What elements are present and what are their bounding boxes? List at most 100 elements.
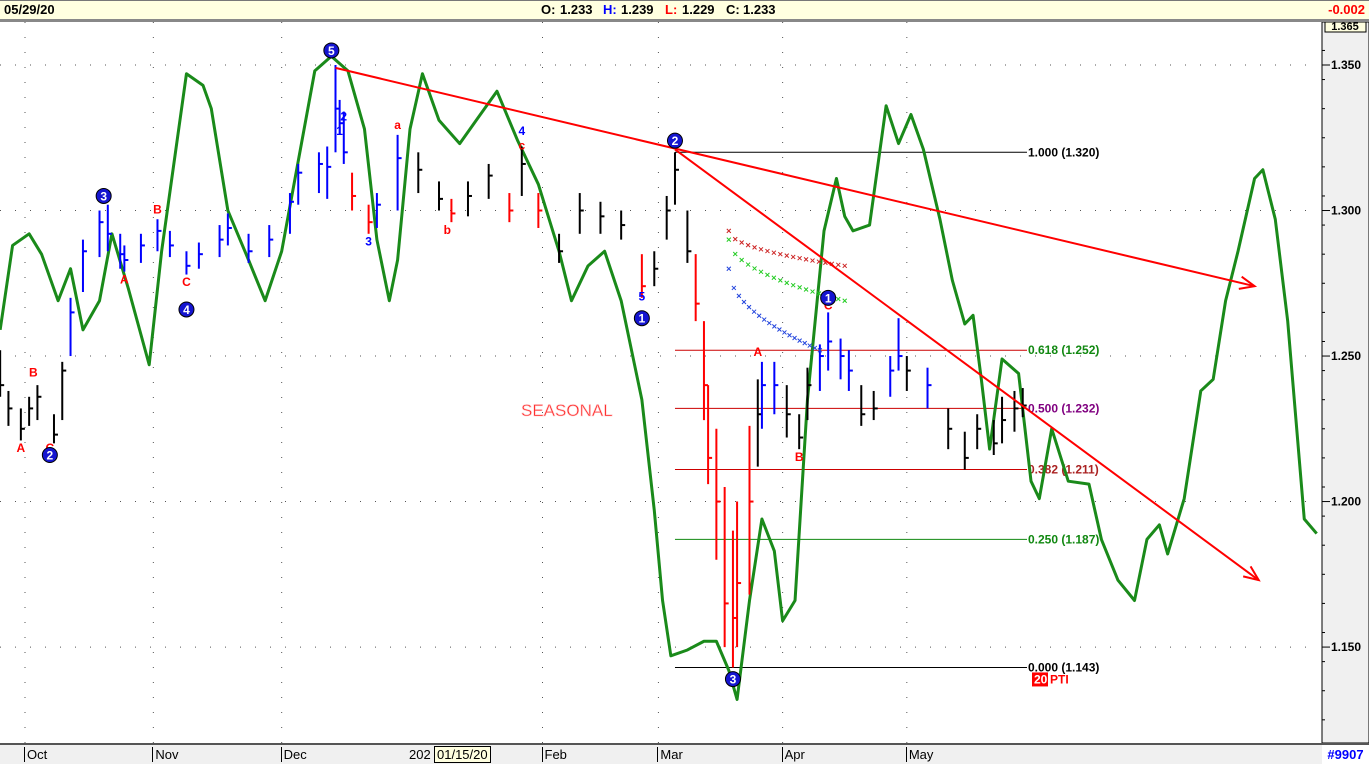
wave-label: b xyxy=(444,223,451,237)
projection-marker xyxy=(777,251,783,257)
year-label: 202 xyxy=(409,747,431,762)
projection-marker xyxy=(765,272,770,278)
seasonal-line xyxy=(0,54,1318,701)
wave-label: C xyxy=(182,275,191,289)
y-tick-label: 1.350 xyxy=(1331,58,1361,72)
y-tick-label: 1.200 xyxy=(1331,495,1361,509)
projection-marker xyxy=(777,278,783,283)
projection-marker xyxy=(745,242,751,248)
projection-marker xyxy=(797,285,802,290)
price-bar xyxy=(123,245,129,272)
projection-marker xyxy=(784,280,790,286)
projection-marker xyxy=(752,245,757,250)
price-bar xyxy=(665,195,671,240)
projection-marker xyxy=(797,338,802,343)
projection-marker xyxy=(803,257,809,262)
price-bar xyxy=(168,230,174,258)
projection-marker xyxy=(782,330,787,335)
price-bar xyxy=(947,408,953,450)
wave-label: c xyxy=(518,138,525,152)
x-tick-label: Apr xyxy=(781,747,805,762)
price-bar xyxy=(508,193,514,223)
projection-marker xyxy=(746,304,752,310)
price-bar xyxy=(686,210,692,263)
fib-level-label: 1.000 (1.320) xyxy=(1028,145,1099,159)
price-bar xyxy=(897,318,903,371)
projection-marker xyxy=(736,293,742,299)
price-bar xyxy=(450,198,456,223)
price-bar xyxy=(69,297,75,357)
projection-marker xyxy=(752,266,757,271)
price-bar xyxy=(578,193,584,234)
wave-label: 4 xyxy=(518,124,525,138)
price-bar xyxy=(872,390,878,421)
projection-marker xyxy=(802,340,808,346)
price-bar xyxy=(847,350,853,391)
price-bar xyxy=(61,361,67,421)
projection-marker xyxy=(731,285,737,291)
price-bar xyxy=(992,420,998,455)
x-tick-label: May xyxy=(905,747,933,762)
header-date: 05/29/20 xyxy=(4,2,55,17)
projection-curve xyxy=(726,266,823,353)
pti-value: 20 xyxy=(1034,672,1048,686)
price-bar xyxy=(963,431,969,470)
price-chart[interactable]: 1.365 1.150 1.200 1.250 1.300 1.350 1.000 (1.3… xyxy=(0,22,1369,743)
price-bar xyxy=(905,356,911,391)
open-value: 1.233 xyxy=(560,2,593,17)
projection-marker xyxy=(771,323,777,329)
projection-marker xyxy=(835,262,841,268)
x-tick-label: Oct xyxy=(24,747,47,762)
price-bar xyxy=(0,350,5,397)
price-bar xyxy=(1013,390,1019,432)
price-bar xyxy=(247,233,253,263)
price-bar xyxy=(185,251,191,275)
high-value: 1.239 xyxy=(621,2,654,17)
y-axis-top-label: 1.365 xyxy=(1331,22,1359,33)
cursor-date: 01/15/20 xyxy=(434,746,491,763)
price-bar xyxy=(889,356,895,397)
price-bar xyxy=(297,163,303,205)
projection-marker xyxy=(784,253,790,258)
y-tick-label: 1.300 xyxy=(1331,204,1361,218)
projection-marker xyxy=(810,258,815,263)
projection-marker xyxy=(787,332,792,338)
projection-marker xyxy=(732,236,738,242)
price-bar xyxy=(599,201,605,234)
price-bar xyxy=(487,163,493,199)
price-bar xyxy=(785,385,791,438)
price-bar xyxy=(976,414,982,450)
wave-circle-label: 2 xyxy=(46,448,53,462)
projection-marker xyxy=(758,269,764,275)
price-bar xyxy=(694,254,700,322)
projection-marker xyxy=(765,248,770,254)
wave-label: 3 xyxy=(365,234,372,248)
date-axis: Oct Nov Dec Feb Mar Apr May 202 01/15/20 #9907 xyxy=(0,743,1369,764)
projection-marker xyxy=(790,282,796,288)
projection-marker xyxy=(842,263,848,269)
wave-circle-label: 4 xyxy=(183,303,190,317)
projection-marker xyxy=(771,275,777,281)
x-tick-label: Dec xyxy=(280,747,307,762)
price-bar xyxy=(760,361,766,429)
y-tick-label: 1.250 xyxy=(1331,349,1361,363)
price-bar xyxy=(773,361,779,415)
close-label: C: xyxy=(726,2,740,17)
price-bar xyxy=(351,172,357,211)
y-axis-panel xyxy=(1321,22,1369,743)
price-bar xyxy=(620,210,626,240)
price-bar xyxy=(417,152,423,194)
projection-marker xyxy=(756,313,762,319)
projection-marker xyxy=(777,327,782,332)
wave-label: 5 xyxy=(639,290,646,304)
wave-label: A xyxy=(120,272,129,286)
low-label: L: xyxy=(665,2,678,17)
price-bar xyxy=(36,385,42,421)
projection-marker xyxy=(732,251,738,257)
price-bar xyxy=(139,233,145,263)
projection-marker xyxy=(739,257,745,263)
wave-circle-label: 1 xyxy=(639,312,646,326)
projection-marker xyxy=(792,335,797,341)
price-bar xyxy=(52,414,58,444)
projection-marker xyxy=(726,237,732,242)
